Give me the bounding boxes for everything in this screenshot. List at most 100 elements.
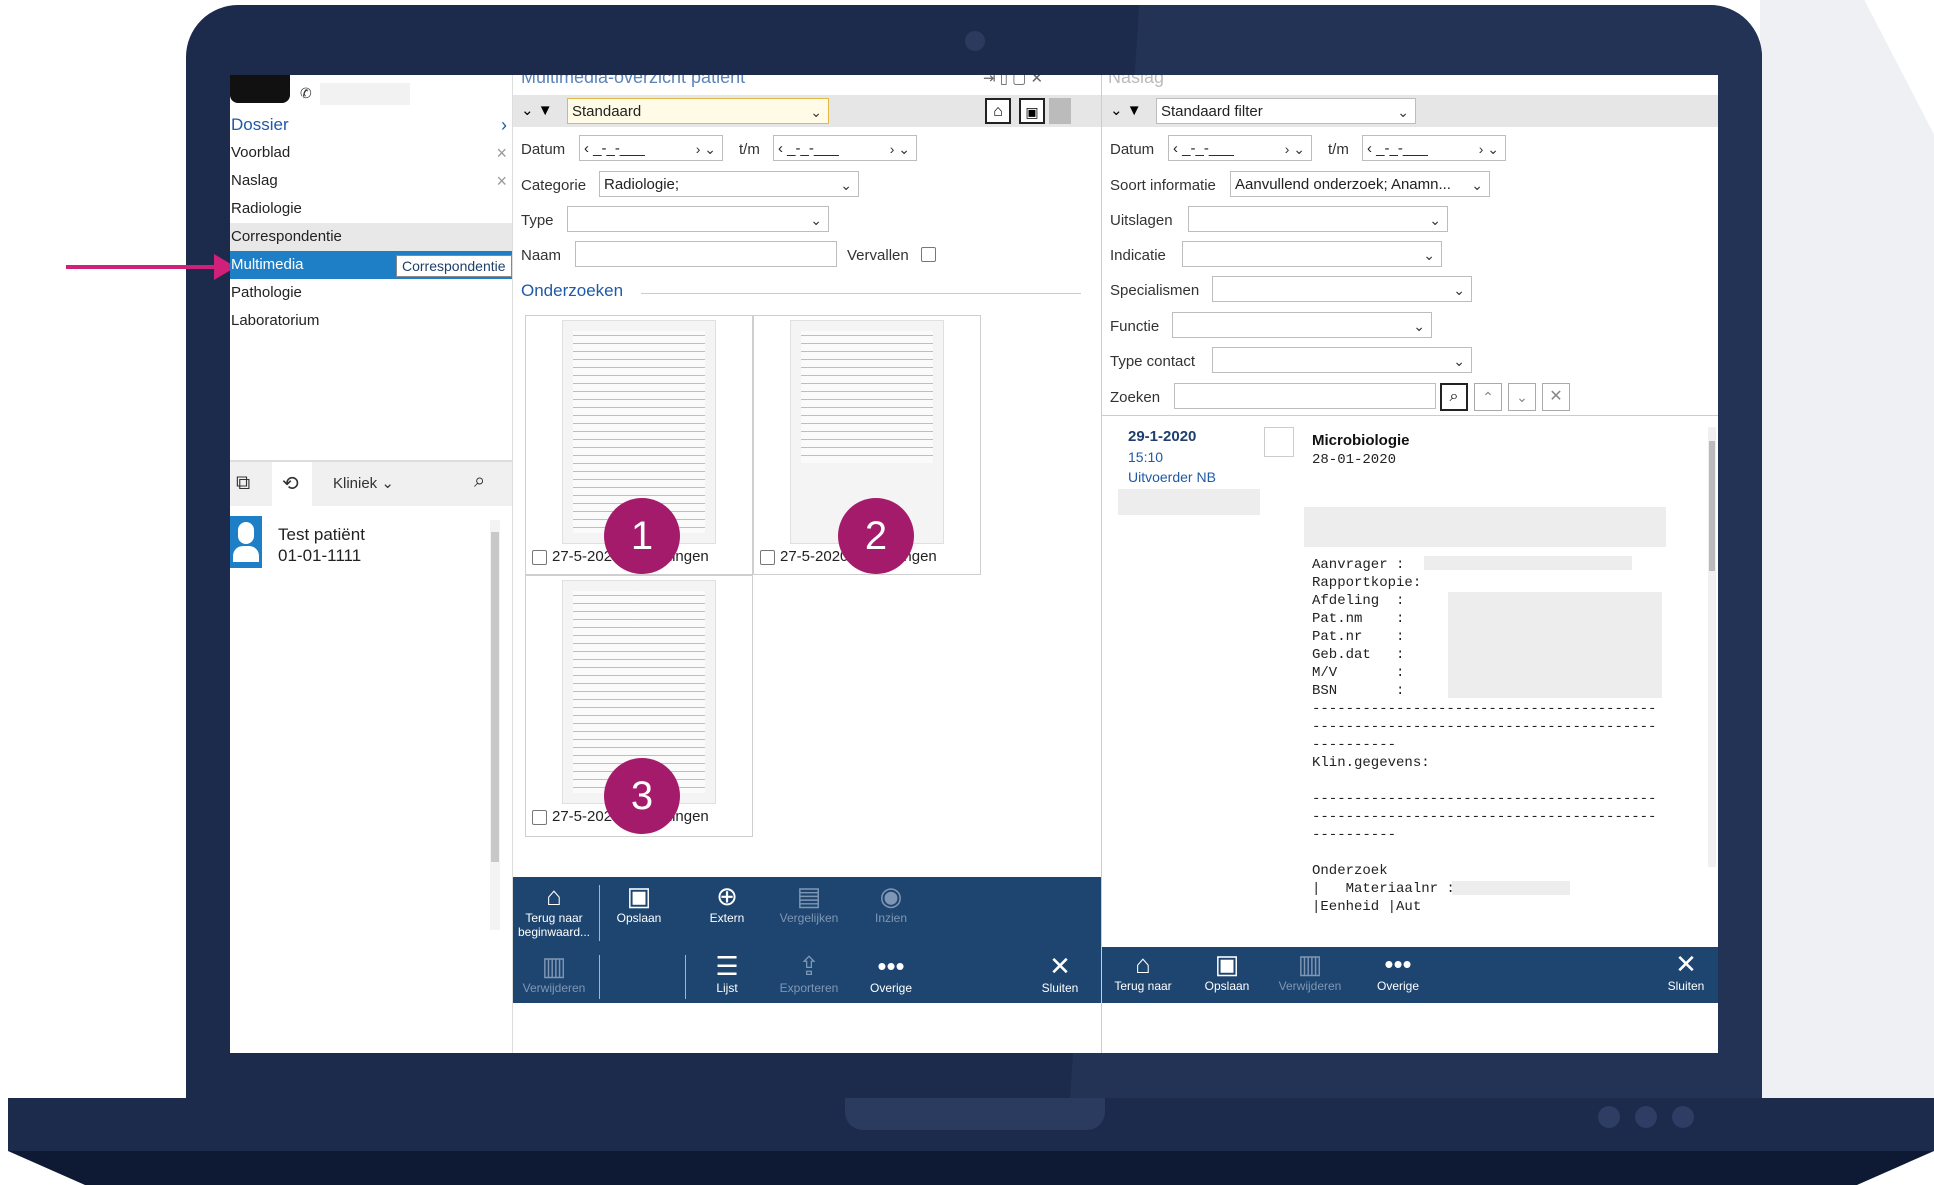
entry-title: Microbiologie [1312,432,1410,449]
filter-icon[interactable]: ⌄ ▼ [521,101,553,119]
report-line: | Materiaalnr : [1312,881,1455,897]
save-button[interactable]: ▣ Opslaan [1190,949,1264,993]
inzien-button[interactable]: ◉ Inzien [853,881,929,925]
chevron-up-icon[interactable]: ⌃ [1474,383,1502,411]
media-checkbox[interactable] [532,810,547,825]
patient-name[interactable]: Test patiënt [278,525,365,545]
patient-avatar-icon [230,516,262,568]
trash-icon: ▥ [1297,949,1323,979]
categorie-label: Categorie [521,177,587,194]
datum-label: Datum [1110,141,1155,158]
categorie-select[interactable]: Radiologie; ⌄ [599,171,859,197]
nav-multimedia-label: Multimedia [231,256,304,273]
date-to-input[interactable]: ‹ _-_-___ › ⌄ [1362,135,1506,161]
export-icon: ⇪ [798,951,820,981]
save-button[interactable]: ▣ Opslaan [601,881,677,925]
reset-button[interactable]: ⌂ Terug naar [1106,949,1180,993]
trash-icon[interactable] [1049,98,1071,124]
specialismen-select[interactable]: ⌄ [1212,276,1472,302]
app-screen: ✆ Dossier › Voorblad × Naslag × Radiolog… [230,75,1718,1053]
close-icon[interactable]: × [496,167,507,195]
vervallen-checkbox[interactable] [921,247,936,262]
uitslagen-select[interactable]: ⌄ [1188,206,1448,232]
close-button[interactable]: ✕ Sluiten [1654,949,1718,993]
reset-button[interactable]: ⌂ Terug naar beginwaard... [515,881,593,939]
save-label: Opslaan [616,911,662,925]
soort-select[interactable]: Aanvullend onderzoek; Anamn... ⌄ [1230,171,1490,197]
delete-button[interactable]: ▥ Verwijderen [1270,949,1350,993]
tm-label: t/m [739,141,760,158]
entry-checkbox[interactable] [1264,427,1294,457]
nav-radiologie[interactable]: Radiologie [230,195,513,223]
list-button[interactable]: ☰ Lijst [689,951,765,995]
report-line: ----------------------------------------… [1312,719,1657,735]
more-button[interactable]: ••• Overige [853,951,929,995]
close-icon[interactable]: × [496,139,507,167]
nav-pathologie[interactable]: Pathologie [230,279,513,307]
export-button[interactable]: ⇪ Exporteren [769,951,849,995]
history-icon[interactable]: ⟲ [282,471,299,496]
search-icon[interactable]: ⌕ [1440,383,1468,411]
filter-icon[interactable]: ⌄ ▼ [1110,101,1142,119]
compare-button[interactable]: ▤ Vergelijken [769,881,849,925]
chevron-down-icon: ⌄ [1429,212,1441,228]
type-contact-select[interactable]: ⌄ [1212,347,1472,373]
scrollbar[interactable] [490,520,500,930]
filter-bar: ⌄ ▼ Standaard ⌄ ⌂ ▣ [513,95,1101,127]
tooltip: Correspondentie [396,255,512,277]
home-icon[interactable]: ⌂ [985,98,1011,124]
entry-uitvoerder: Uitvoerder NB [1128,469,1216,485]
indicatie-select[interactable]: ⌄ [1182,241,1442,267]
more-label: Overige [1376,979,1420,993]
report-line: ---------- [1312,737,1397,753]
nav-correspondentie-label: Correspondentie [231,228,342,245]
type-select[interactable]: ⌄ [567,206,829,232]
chevron-down-icon[interactable]: ⌄ [1508,383,1536,411]
close-label: Sluiten [1041,981,1079,995]
nav-dossier[interactable]: Dossier › [230,111,513,139]
window-icon[interactable]: ⧉ [236,472,250,495]
delete-label: Verwijderen [522,981,586,995]
delete-button[interactable]: ▥ Verwijderen [515,951,593,995]
media-checkbox[interactable] [532,550,547,565]
scrollbar[interactable] [1708,427,1716,867]
media-thumbnail[interactable]: 27-5-2020 Verwijzingen 3 [525,575,753,837]
date-to-input[interactable]: ‹ _-_-___ › ⌄ [773,135,917,161]
extern-button[interactable]: ⊕ Extern [689,881,765,925]
chevron-down-icon: ⌄ [810,212,822,228]
more-button[interactable]: ••• Overige [1358,949,1438,993]
close-icon: ✕ [1675,949,1697,979]
search-icon[interactable]: ⌕ [474,470,485,493]
panel-window-controls-icon[interactable]: ⇥ ▯ ▢ ✕ [983,75,1043,87]
report-line: Rapportkopie: [1312,575,1422,591]
filter-select[interactable]: Standaard ⌄ [567,98,829,124]
kliniek-label: Kliniek [333,475,378,492]
date-from-placeholder: _-_-___ [593,140,645,157]
close-icon: ✕ [1049,951,1071,981]
media-checkbox[interactable] [760,550,775,565]
kliniek-dropdown[interactable]: Kliniek ⌄ [333,474,394,492]
tm-label: t/m [1328,141,1349,158]
nav-pathologie-label: Pathologie [231,284,302,301]
search-input[interactable] [1174,383,1436,409]
clear-icon[interactable]: ✕ [1542,383,1570,411]
report-line: ---------- [1312,827,1397,843]
date-from-input[interactable]: ‹ _-_-___ › ⌄ [1168,135,1312,161]
nav-naslag-label: Naslag [231,172,278,189]
filter-select[interactable]: Standaard filter ⌄ [1156,98,1416,124]
type-label: Type [521,212,554,229]
close-button[interactable]: ✕ Sluiten [1025,951,1095,995]
media-thumbnail[interactable]: 27-5-2020 Verwijzingen 2 [753,315,981,575]
nav-naslag[interactable]: Naslag × [230,167,513,195]
nav-voorblad[interactable]: Voorblad × [230,139,513,167]
nav-laboratorium[interactable]: Laboratorium [230,307,513,335]
date-from-input[interactable]: ‹ _-_-___ › ⌄ [579,135,723,161]
naam-input[interactable] [575,241,837,267]
chevron-down-icon: ⌄ [1453,353,1465,369]
save-icon[interactable]: ▣ [1019,98,1045,124]
media-thumbnail[interactable]: 27-5-2020 Verwijzingen 1 [525,315,753,575]
entry-date[interactable]: 29-1-2020 [1128,428,1196,445]
nav-correspondentie[interactable]: Correspondentie [230,223,513,251]
functie-select[interactable]: ⌄ [1172,312,1432,338]
naam-label: Naam [521,247,562,264]
